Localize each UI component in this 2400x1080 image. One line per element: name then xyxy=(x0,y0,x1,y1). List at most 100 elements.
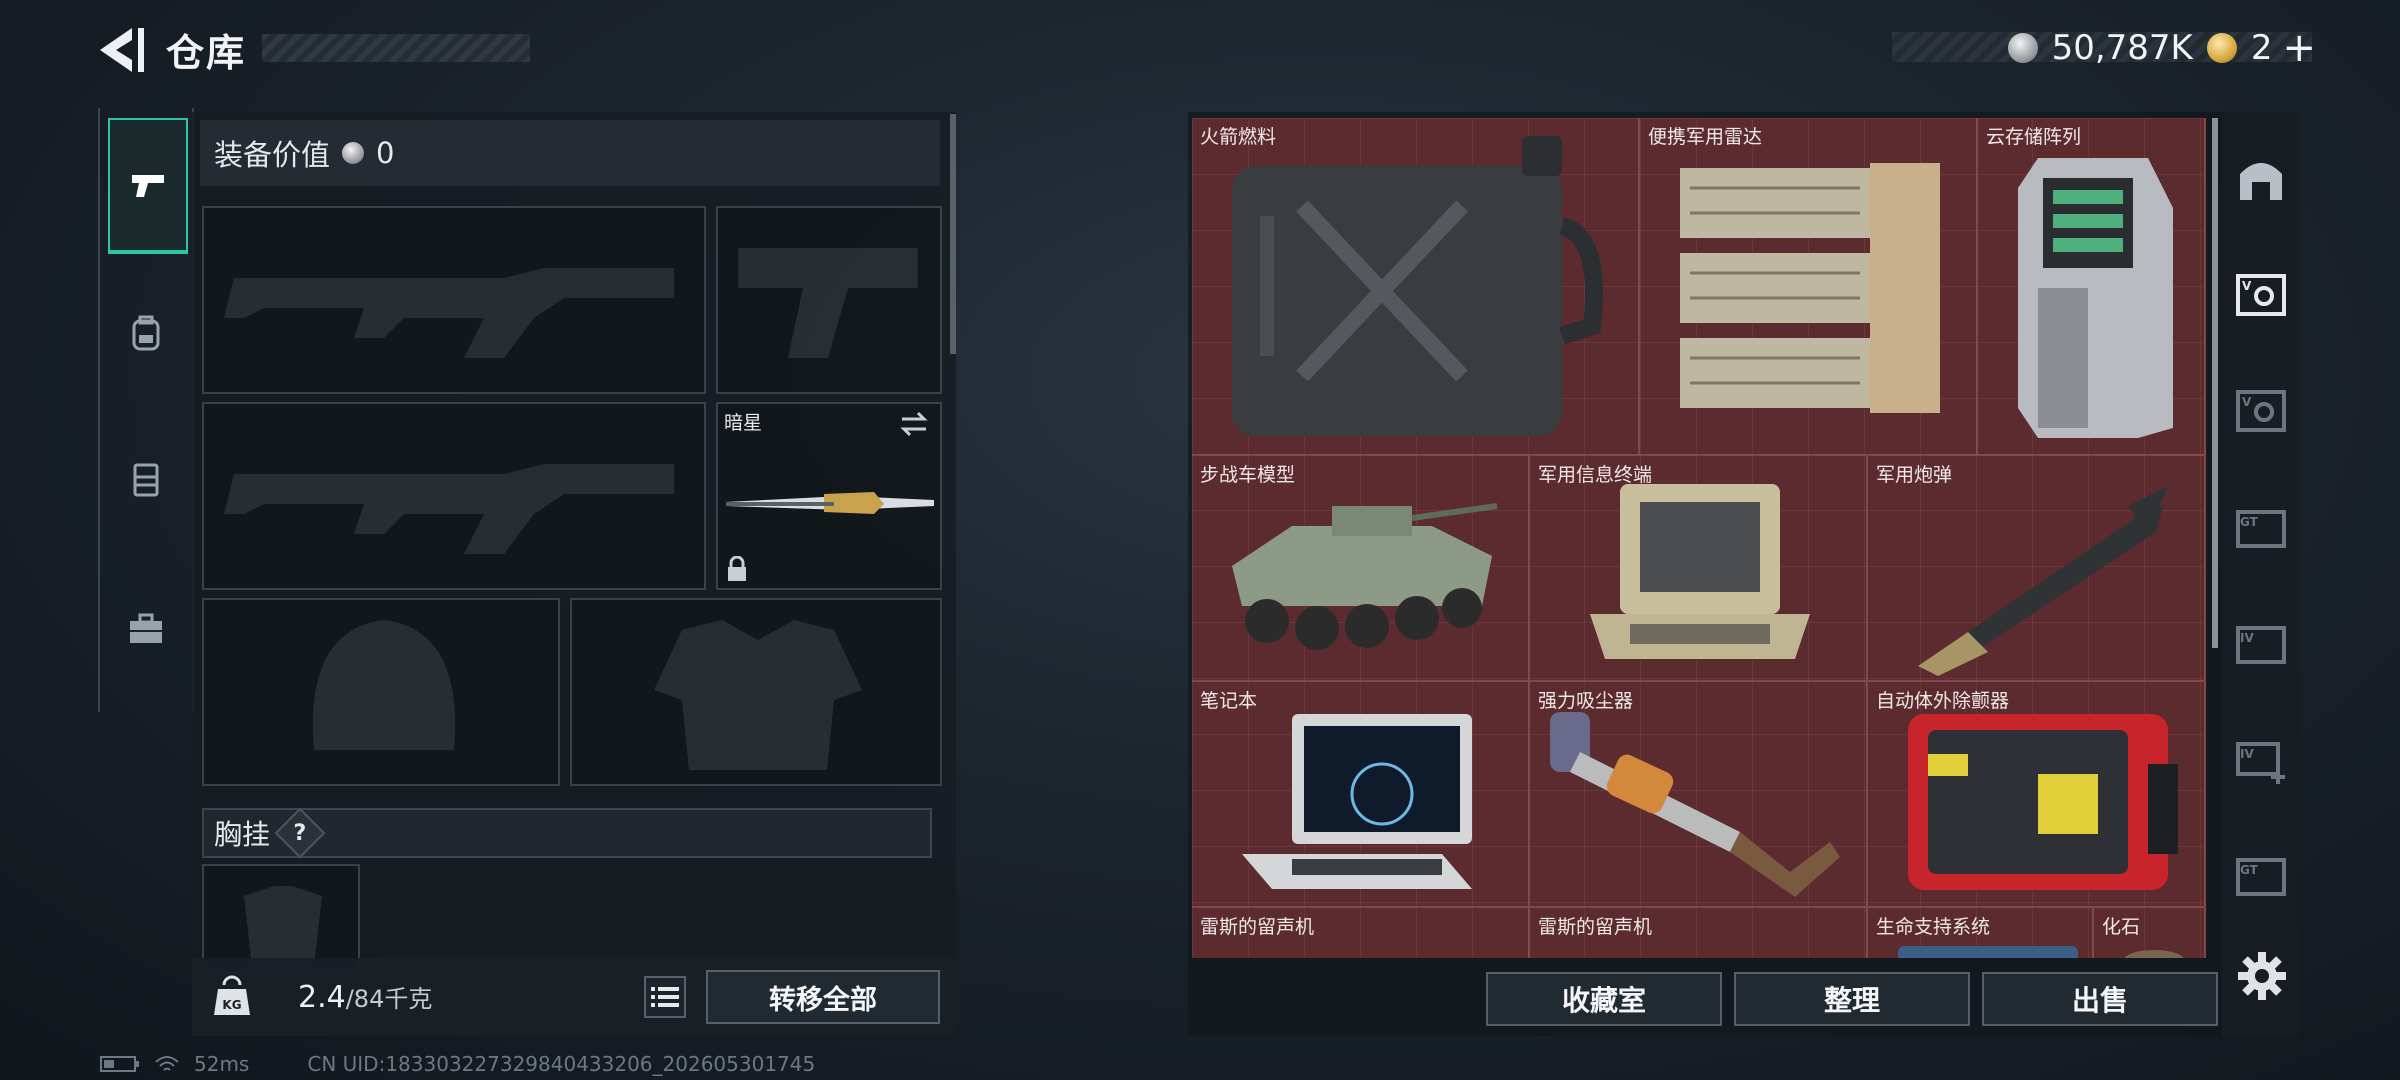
weight-current: 2.4 xyxy=(298,980,346,1015)
equipment-value-bar: 装备价值 0 xyxy=(200,120,940,186)
settings-gear-icon[interactable] xyxy=(2236,950,2288,1002)
shell-icon xyxy=(1918,486,2168,676)
lock-icon xyxy=(728,556,746,581)
storage-item[interactable]: 雷斯的留声机 xyxy=(1530,908,1868,958)
uid-readout: CN UID:18330322732984043320​6_2026053017… xyxy=(307,1052,816,1076)
weapon-tab[interactable] xyxy=(108,118,188,254)
helmet-silhouette-icon xyxy=(312,620,456,750)
back-arrow-icon xyxy=(100,28,144,72)
ping-readout: 52ms xyxy=(194,1052,250,1076)
helmet-slot[interactable] xyxy=(202,598,560,786)
armor-slot[interactable] xyxy=(570,598,942,786)
container-tab-icon: IV xyxy=(2236,626,2286,664)
storage-actions: 收藏室 整理 出售 xyxy=(1188,958,2218,1036)
item-name: 火箭燃料 xyxy=(1200,126,1277,148)
chest-rig-label: 胸挂 xyxy=(214,818,271,851)
storage-tab-iv[interactable]: IV xyxy=(2228,610,2294,676)
list-view-button[interactable] xyxy=(644,976,686,1018)
inventory-footer: KG 2.4/84千克 转移全部 xyxy=(192,958,956,1036)
storage-item[interactable]: 笔记本 xyxy=(1192,682,1530,908)
item-name: 云存储阵列 xyxy=(1986,126,2082,148)
storage-tab-gt2[interactable]: GT xyxy=(2228,842,2294,908)
sidearm-slot[interactable] xyxy=(716,206,942,394)
battery-icon xyxy=(100,1056,139,1072)
transfer-all-button[interactable]: 转移全部 xyxy=(706,970,940,1024)
item-name: 化石 xyxy=(2102,916,2141,938)
vacuum-icon xyxy=(1550,712,1840,897)
storage-tabs-rail: V V GT IV IV GT xyxy=(2222,112,2300,1036)
item-name: 自动体外除颤器 xyxy=(1876,690,2010,712)
weight-max: /84千克 xyxy=(345,985,433,1013)
container-tab-icon: GT xyxy=(2236,510,2286,548)
item-name: 便携军用雷达 xyxy=(1648,126,1763,148)
add-container-icon: IV xyxy=(2236,742,2285,784)
back-button[interactable] xyxy=(96,24,152,76)
melee-slot-label: 暗星 xyxy=(724,412,763,434)
add-currency-button[interactable]: + xyxy=(2282,25,2316,71)
briefcase-icon xyxy=(130,613,162,643)
storage-item[interactable]: 自动体外除颤器 xyxy=(1868,682,2206,908)
help-icon[interactable]: ? xyxy=(274,807,326,859)
svg-text:V: V xyxy=(2242,395,2252,409)
safe-tab-icon: V xyxy=(2236,390,2286,432)
list-icon xyxy=(651,987,679,1007)
storage-tab-iv-add[interactable]: IV xyxy=(2228,726,2294,792)
gold-coin-icon xyxy=(2206,33,2237,63)
equipment-scrollbar[interactable] xyxy=(950,114,956,354)
storage-item[interactable]: 云存储阵列 xyxy=(1978,118,2206,456)
vest-icon xyxy=(133,463,159,497)
storage-tab-v2[interactable]: V xyxy=(2228,378,2294,444)
weight-icon: KG xyxy=(214,975,250,1015)
secondary-weapon-slot[interactable] xyxy=(202,402,706,590)
wifi-icon xyxy=(155,1056,179,1071)
value-coin-icon xyxy=(342,142,365,164)
page-title: 仓库 xyxy=(166,31,247,75)
item-name: 笔记本 xyxy=(1200,690,1258,712)
life-support-icon xyxy=(1898,946,2078,958)
storage-item[interactable]: 生命支持系统 xyxy=(1868,908,2094,958)
collection-room-button[interactable]: 收藏室 xyxy=(1486,972,1722,1026)
item-name: 生命支持系统 xyxy=(1876,916,1991,938)
svg-text:GT: GT xyxy=(2240,863,2259,877)
storage-item[interactable]: 军用信息终端 xyxy=(1530,456,1868,682)
storage-scrollbar[interactable] xyxy=(2212,118,2218,648)
fuel-can-icon xyxy=(1232,136,1603,436)
svg-text:GT: GT xyxy=(2240,515,2259,529)
pistol-icon xyxy=(132,175,164,197)
storage-tab-v[interactable]: V xyxy=(2228,262,2294,328)
item-name: 强力吸尘器 xyxy=(1538,690,1634,712)
melee-slot[interactable]: 暗星 xyxy=(716,402,942,590)
equipment-value-amount: 0 xyxy=(376,136,395,170)
storage-grid: 火箭燃料 便携军用雷达 云存储阵列 步战车模型 军用信息终端 军用炮弹 笔记本 … xyxy=(1192,118,2206,958)
sell-button[interactable]: 出售 xyxy=(1982,972,2218,1026)
item-name: 军用炮弹 xyxy=(1876,464,1953,486)
armor-silhouette-icon xyxy=(654,620,862,770)
swap-icon[interactable] xyxy=(898,410,930,438)
equipment-panel: 装备价值 0 暗星 胸挂 ? xyxy=(192,112,956,1036)
armor-tab[interactable] xyxy=(108,414,184,544)
storage-item[interactable]: 便携军用雷达 xyxy=(1640,118,1978,456)
storage-item[interactable]: 雷斯的留声机 xyxy=(1192,908,1530,958)
backpack-tab[interactable] xyxy=(108,268,184,398)
safe-tab-icon: V xyxy=(2236,274,2286,316)
svg-text:KG: KG xyxy=(222,998,241,1012)
storage-item[interactable]: 步战车模型 xyxy=(1192,456,1530,682)
premium-amount: 2 xyxy=(2250,28,2273,68)
storage-item[interactable]: 化石 xyxy=(2094,908,2206,958)
storage-tab-home[interactable] xyxy=(2228,146,2294,212)
primary-weapon-slot[interactable] xyxy=(202,206,706,394)
storage-item[interactable]: 军用炮弹 xyxy=(1868,456,2206,682)
status-footer: 52ms CN UID:18330322732984043320​6_20260… xyxy=(100,1052,815,1076)
storage-item[interactable]: 火箭燃料 xyxy=(1192,118,1640,456)
weight-readout: 2.4/84千克 xyxy=(298,979,432,1015)
category-rail xyxy=(98,108,194,712)
title-decoration xyxy=(262,34,530,62)
storage-item[interactable]: 强力吸尘器 xyxy=(1530,682,1868,908)
item-name: 军用信息终端 xyxy=(1538,464,1653,486)
backpack-icon xyxy=(132,315,160,351)
pistol-silhouette-icon xyxy=(738,248,918,358)
case-tab[interactable] xyxy=(108,564,184,694)
storage-tab-gt[interactable]: GT xyxy=(2228,494,2294,560)
container-tab-icon: GT xyxy=(2236,858,2286,896)
sort-button[interactable]: 整理 xyxy=(1734,972,1970,1026)
